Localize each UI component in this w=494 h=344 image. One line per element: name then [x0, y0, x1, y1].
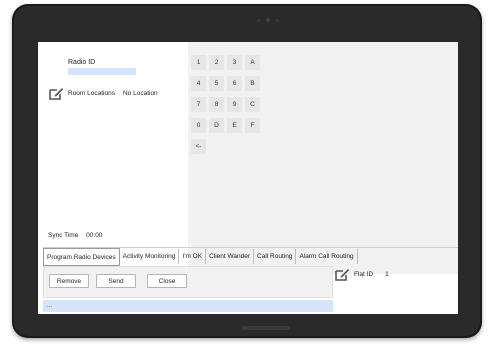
- tab-i-m-ok[interactable]: I'm OK: [179, 249, 207, 264]
- tab-alarm-call-routing[interactable]: Alarm Call Routing: [296, 249, 358, 264]
- keypad-key-e[interactable]: E: [227, 118, 242, 133]
- keypad-key-3[interactable]: 3: [227, 55, 242, 70]
- keypad-key-a[interactable]: A: [245, 55, 260, 70]
- keypad-key-1[interactable]: 1: [191, 55, 206, 70]
- edit-icon[interactable]: [335, 268, 350, 281]
- keypad-key-c[interactable]: C: [245, 97, 260, 112]
- keypad-key-8[interactable]: 8: [209, 97, 224, 112]
- sensor-dot: [257, 18, 260, 22]
- page: Radio ID Room Locations No Location 123A…: [0, 0, 494, 344]
- sensor-dot: [276, 18, 279, 22]
- tab-bar: Program Radio Devices Activity Monitoring…: [43, 247, 458, 266]
- camera-cluster: [257, 18, 279, 22]
- sync-time: Sync Time 00:00: [48, 232, 102, 239]
- keypad-key-2[interactable]: 2: [209, 55, 224, 70]
- radio-id-label: Radio ID: [68, 59, 96, 66]
- status-bar: ...: [43, 300, 333, 312]
- action-panel: Remove Send Close: [43, 266, 333, 298]
- edit-icon[interactable]: [49, 87, 64, 100]
- keypad-key-5[interactable]: 5: [209, 76, 224, 91]
- flat-id-label: Flat ID: [354, 271, 374, 278]
- keypad-key-6[interactable]: 6: [227, 76, 242, 91]
- close-button[interactable]: Close: [147, 274, 187, 288]
- keypad-key-b[interactable]: B: [245, 76, 260, 91]
- backspace-key[interactable]: <-: [191, 139, 206, 154]
- flat-id-row: Flat ID 1: [335, 268, 389, 281]
- sync-time-value: 00:00: [86, 232, 103, 239]
- keypad-key-4[interactable]: 4: [191, 76, 206, 91]
- room-locations-value: No Location: [122, 90, 158, 97]
- keypad-key-0[interactable]: 0: [191, 118, 206, 133]
- flat-id-value: 1: [385, 271, 389, 278]
- app-screen: Radio ID Room Locations No Location 123A…: [38, 42, 458, 314]
- tab-program-radio-devices[interactable]: Program Radio Devices: [43, 248, 120, 266]
- remove-button[interactable]: Remove: [49, 274, 89, 288]
- camera-icon: [266, 18, 270, 22]
- send-button[interactable]: Send: [96, 274, 136, 288]
- tab-call-routing[interactable]: Call Routing: [254, 249, 297, 264]
- radio-id-input[interactable]: [68, 68, 136, 75]
- tab-client-wander[interactable]: Client Wander: [206, 249, 255, 264]
- room-locations-label: Room Locations: [68, 90, 115, 97]
- tab-activity-monitoring[interactable]: Activity Monitoring: [120, 249, 180, 264]
- keypad-key-9[interactable]: 9: [227, 97, 242, 112]
- keypad-key-f[interactable]: F: [245, 118, 260, 133]
- hex-keypad: 1 2 3 A 4 5 6 B 7 8 9 C 0 D E F <-: [191, 55, 260, 154]
- home-indicator: [242, 326, 290, 330]
- keypad-key-d[interactable]: D: [209, 118, 224, 133]
- room-locations-row: Room Locations No Location: [49, 87, 158, 100]
- sync-time-label: Sync Time: [48, 232, 79, 239]
- keypad-key-7[interactable]: 7: [191, 97, 206, 112]
- status-text: ...: [47, 303, 53, 309]
